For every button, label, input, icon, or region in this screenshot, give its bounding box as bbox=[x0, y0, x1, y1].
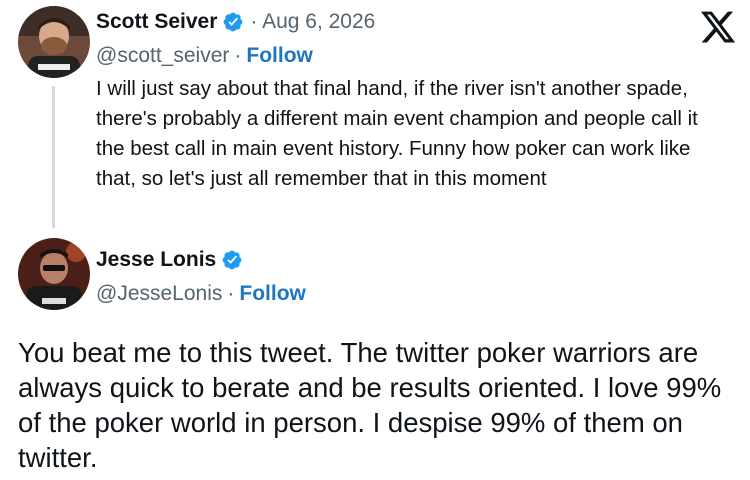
thread-connector-line bbox=[52, 86, 55, 228]
avatar-jesse-lonis[interactable] bbox=[18, 238, 90, 310]
x-logo-icon[interactable] bbox=[698, 8, 738, 46]
author-handle[interactable]: @JesseLonis bbox=[96, 282, 222, 305]
follow-button[interactable]: Follow bbox=[239, 282, 306, 305]
verified-badge-icon bbox=[222, 11, 244, 33]
tweet-text: You beat me to this tweet. The twitter p… bbox=[18, 337, 722, 473]
verified-badge-icon bbox=[221, 249, 243, 271]
author-name[interactable]: Scott Seiver bbox=[96, 10, 217, 34]
tweet2-header: Jesse Lonis bbox=[96, 248, 243, 272]
tweet2-handle-row: @JesseLonis · Follow bbox=[96, 282, 306, 305]
tweet-text: I will just say about that final hand, i… bbox=[96, 77, 698, 190]
avatar-image bbox=[18, 238, 90, 310]
tweet1-header: Scott Seiver · Aug 6, 2026 bbox=[96, 10, 375, 34]
avatar-scott-seiver[interactable] bbox=[18, 6, 90, 78]
follow-button[interactable]: Follow bbox=[246, 44, 313, 67]
author-handle[interactable]: @scott_seiver bbox=[96, 44, 229, 67]
author-name[interactable]: Jesse Lonis bbox=[96, 248, 216, 272]
tweet-date[interactable]: · Aug 6, 2026 bbox=[250, 10, 375, 34]
avatar-image bbox=[18, 6, 90, 78]
tweet1-handle-row: @scott_seiver · Follow bbox=[96, 44, 313, 67]
